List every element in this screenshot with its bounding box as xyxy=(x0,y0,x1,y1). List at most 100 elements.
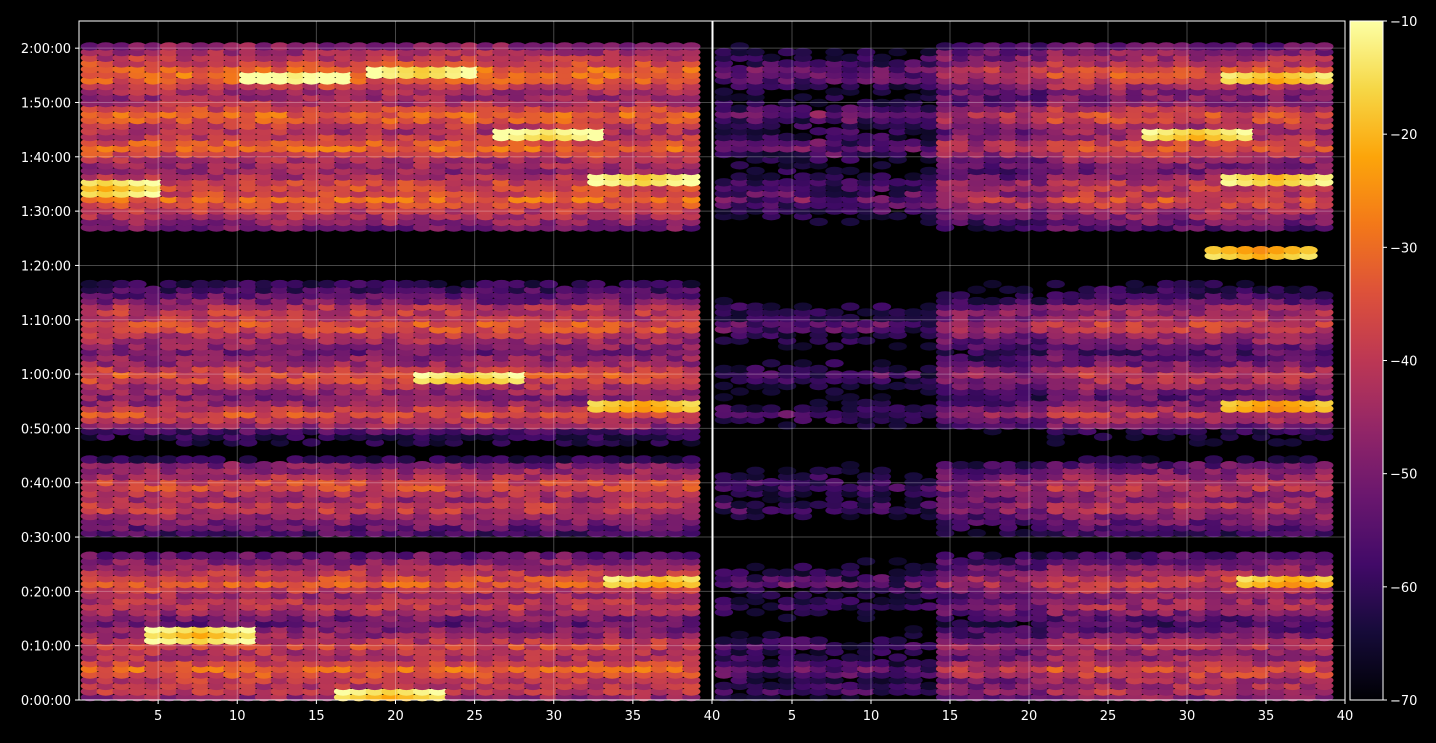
heatmap-cell xyxy=(904,642,922,650)
heatmap-cell xyxy=(1284,552,1302,560)
heatmap-cell xyxy=(635,42,653,50)
heatmap-cell xyxy=(715,636,733,644)
heatmap-cell xyxy=(397,280,415,288)
heatmap-cell xyxy=(540,455,558,463)
heatmap-cell xyxy=(650,280,668,288)
heatmap-cell xyxy=(778,569,796,577)
heatmap-cell xyxy=(603,552,621,560)
heatmap-cell xyxy=(381,552,399,560)
heatmap-cell xyxy=(286,552,304,560)
heatmap-cell xyxy=(366,552,384,560)
heatmap-cell xyxy=(524,552,542,560)
figure-canvas: 0:00:000:10:000:20:000:30:000:40:000:50:… xyxy=(0,0,1436,739)
heatmap-cell xyxy=(556,286,574,294)
heatmap-cell xyxy=(778,614,796,622)
heatmap-cell xyxy=(873,636,891,644)
heatmap-cell xyxy=(160,455,178,463)
heatmap-cell xyxy=(81,455,99,463)
heatmap-cell xyxy=(746,636,764,644)
heatmap-cell xyxy=(207,42,225,50)
heatmap-cell xyxy=(381,455,399,463)
heatmap-cell xyxy=(397,42,415,50)
heatmap-cell xyxy=(794,653,812,661)
heatmap-cell xyxy=(128,455,146,463)
heatmap-cell xyxy=(762,682,780,690)
heatmap-cell xyxy=(857,642,875,650)
heatmap-cell xyxy=(255,280,273,288)
heatmap-cell xyxy=(492,552,510,560)
heatmap-cell xyxy=(857,557,875,565)
heatmap-cell xyxy=(603,455,621,463)
heatmap-cell xyxy=(223,280,241,288)
heatmap-cell xyxy=(571,42,589,50)
heatmap-cell xyxy=(160,42,178,50)
heatmap-cell xyxy=(920,642,938,650)
heatmap-cell xyxy=(144,42,162,50)
heatmap-cell xyxy=(715,597,733,605)
heatmap-cell xyxy=(587,42,605,50)
heatmap-cell xyxy=(128,552,146,560)
heatmap-cell xyxy=(271,552,289,560)
heatmap-cell xyxy=(492,42,510,50)
heatmap-cell xyxy=(192,552,210,560)
heatmap-cell xyxy=(239,42,257,50)
heatmap-cell xyxy=(556,455,574,463)
heatmap-cell xyxy=(810,597,828,605)
heatmap-cell xyxy=(810,636,828,644)
heatmap-cell xyxy=(318,552,336,560)
heatmap-cell xyxy=(1236,552,1254,560)
heatmap-cell xyxy=(508,552,526,560)
heatmap-cell xyxy=(1189,552,1207,560)
heatmap-cell xyxy=(223,461,241,469)
heatmap-cell xyxy=(176,552,194,560)
heatmap-cell xyxy=(1078,552,1096,560)
heatmap-cell xyxy=(445,286,463,294)
heatmap-cell xyxy=(825,642,843,650)
heatmap-cell xyxy=(302,42,320,50)
heatmap-cell xyxy=(192,455,210,463)
heatmap-cell xyxy=(271,42,289,50)
heatmap-cell xyxy=(128,42,146,50)
heatmap-cell xyxy=(207,552,225,560)
heatmap-cell xyxy=(144,455,162,463)
heatmap-cell xyxy=(825,591,843,599)
heatmap-cell xyxy=(97,455,115,463)
heatmap-cell xyxy=(587,552,605,560)
heatmap-cell xyxy=(556,552,574,560)
heatmap-cell xyxy=(524,42,542,50)
heatmap-cell xyxy=(286,455,304,463)
heatmap-cell xyxy=(223,552,241,560)
heatmap-cell xyxy=(239,552,257,560)
heatmap-cell xyxy=(381,280,399,288)
heatmap-cell xyxy=(571,455,589,463)
heatmap-cell xyxy=(619,42,637,50)
heatmap-cell xyxy=(920,602,938,610)
heatmap-cell xyxy=(445,552,463,560)
heatmap-cell xyxy=(762,631,780,639)
heatmap-cell xyxy=(952,619,970,627)
heatmap-cell xyxy=(302,438,320,446)
heatmap-cell xyxy=(176,42,194,50)
heatmap-cell xyxy=(666,42,684,50)
heatmap-cell xyxy=(794,501,812,509)
heatmap-cell xyxy=(1015,552,1033,560)
heatmap-cell xyxy=(461,280,479,288)
heatmap-cell xyxy=(983,552,1001,560)
heatmap-cell xyxy=(889,569,907,577)
heatmap-cell xyxy=(1062,552,1080,560)
heatmap-cell xyxy=(144,286,162,294)
heatmap-cell xyxy=(318,455,336,463)
heatmap-cell xyxy=(255,552,273,560)
heatmap-cell xyxy=(762,569,780,577)
heatmap-cell xyxy=(936,552,954,560)
heatmap-cell xyxy=(746,563,764,571)
heatmap-cell xyxy=(492,455,510,463)
heatmap-cell xyxy=(334,455,352,463)
heatmap-cell xyxy=(889,506,907,514)
heatmap-cell xyxy=(1141,552,1159,560)
heatmap-cell xyxy=(857,602,875,610)
heatmap-cell xyxy=(778,597,796,605)
heatmap-cell xyxy=(461,455,479,463)
heatmap-cell xyxy=(810,569,828,577)
heatmap-cell xyxy=(271,280,289,288)
